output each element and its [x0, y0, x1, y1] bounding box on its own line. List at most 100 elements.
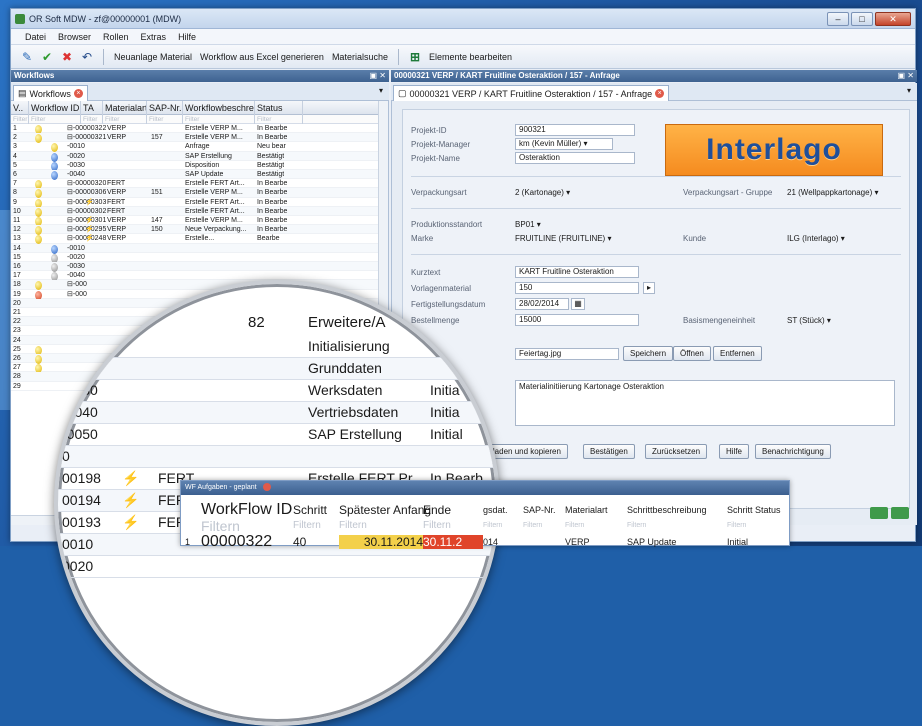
- subwindow-column-filter[interactable]: Filtern: [523, 519, 542, 533]
- menu-extras[interactable]: Extras: [141, 32, 167, 42]
- table-row[interactable]: 9 ⊟-00000303 ⚡ FERT Erstelle FERT Art... In B…: [11, 198, 388, 208]
- subwindow-column-header[interactable]: gsdat.: [483, 501, 523, 519]
- maximize-button[interactable]: □: [851, 11, 873, 26]
- column-filter[interactable]: Filter: [183, 115, 255, 124]
- column-filter[interactable]: Filter: [29, 115, 81, 124]
- column-header[interactable]: Workflowbeschrei..: [183, 101, 255, 115]
- table-row[interactable]: 13 ⊟-00000248 ⚡ VERP Erstelle... Bearbe: [11, 234, 388, 245]
- minimize-button[interactable]: –: [827, 11, 849, 26]
- table-row[interactable]: 5 -0030 Disposition Bestätigt: [11, 161, 388, 171]
- speichern-button[interactable]: Speichern: [623, 346, 674, 361]
- checkmark-icon[interactable]: ✔: [39, 49, 55, 65]
- menu-browser[interactable]: Browser: [58, 32, 91, 42]
- subwindow-column-header[interactable]: Materialart: [565, 501, 625, 519]
- chevron-down-icon[interactable]: ▾: [379, 86, 383, 95]
- workflow-excel-button[interactable]: Workflow aus Excel generieren: [198, 52, 326, 62]
- gruppe-select[interactable]: 21 (Wellpappkartonage): [787, 188, 879, 197]
- subwindow-column-header[interactable]: SAP-Nr.: [523, 501, 563, 519]
- tab-close-icon[interactable]: [262, 483, 271, 492]
- table-row[interactable]: 14 -0010: [11, 243, 388, 254]
- vorlage-field[interactable]: 150: [515, 282, 639, 294]
- kurztext-field[interactable]: KART Fruitline Osteraktion: [515, 266, 639, 278]
- projekt-id-field[interactable]: 900321: [515, 124, 635, 136]
- column-filter[interactable]: Filter: [147, 115, 183, 124]
- table-row[interactable]: 11 ⊟-00000301 ⚡ VERP 147 Erstelle VERP M... In…: [11, 216, 388, 226]
- table-row[interactable]: 16 -0030: [11, 262, 388, 272]
- benachrichtigung-button[interactable]: Benachrichtigung: [755, 444, 831, 459]
- tab-close-icon[interactable]: ×: [655, 89, 665, 98]
- column-filter[interactable]: Filter: [255, 115, 303, 124]
- zuruecksetzen-button[interactable]: Zurücksetzen: [645, 444, 708, 459]
- column-filter[interactable]: Filter: [11, 115, 29, 124]
- subwindow-column-header[interactable]: Schrittbeschreibung: [627, 501, 723, 519]
- table-row[interactable]: 4 -0020 SAP Erstellung Bestätigt: [11, 151, 388, 162]
- subwindow-column-filter[interactable]: Filtern: [727, 519, 746, 533]
- column-header[interactable]: Materialart: [103, 101, 147, 115]
- new-workflow-icon[interactable]: ✎: [19, 49, 35, 65]
- calendar-icon[interactable]: ▦: [571, 298, 585, 310]
- close-button[interactable]: ✕: [875, 11, 911, 26]
- subwindow-column-filter[interactable]: Filtern: [565, 519, 584, 533]
- table-row[interactable]: 17 -0040: [11, 271, 388, 282]
- chevron-down-icon[interactable]: ▾: [907, 86, 911, 95]
- menge-field[interactable]: 15000: [515, 314, 639, 326]
- table-row[interactable]: 2 ⊟-00000321 VERP 157 Erstelle VERP M... In B…: [11, 133, 388, 144]
- cancel-x-icon[interactable]: ✖: [59, 49, 75, 65]
- table-row[interactable]: 15 -0020: [11, 253, 388, 263]
- excel-icon[interactable]: ⊞: [407, 49, 423, 65]
- subwindow-column-filter[interactable]: Filtern: [423, 519, 451, 533]
- subwindow-column-header[interactable]: Ende: [423, 501, 483, 519]
- manager-select[interactable]: km (Kevin Müller): [515, 138, 613, 150]
- subwindow-column-header[interactable]: Spätester Anfang: [339, 501, 431, 519]
- pane-close-icon[interactable]: ▣ ✕: [370, 70, 386, 82]
- elemente-bearbeiten-button[interactable]: Elemente bearbeiten: [427, 52, 514, 62]
- datei-field[interactable]: Feiertag.jpg: [515, 348, 619, 360]
- hilfe-button[interactable]: Hilfe: [719, 444, 750, 459]
- column-filter[interactable]: Filter: [103, 115, 147, 124]
- menu-datei[interactable]: Datei: [25, 32, 46, 42]
- table-row[interactable]: 1 ⊟-00000322 VERP Erstelle VERP M... In Bear…: [11, 124, 388, 134]
- table-row[interactable]: 12 ⊟-00000295 ⚡ VERP 150 Neue Verpackung... In…: [11, 225, 388, 236]
- table-row[interactable]: 10 ⊟-00000302 FERT Erstelle FERT Art... In B…: [11, 206, 388, 217]
- entfernen-button[interactable]: Entfernen: [713, 346, 762, 361]
- undo-arrow-icon[interactable]: ↶: [79, 49, 95, 65]
- table-row[interactable]: 3 -0010 Anfrage Neu bear: [11, 142, 388, 153]
- subwindow-column-header[interactable]: Schritt Status: [727, 501, 787, 519]
- column-header[interactable]: SAP-Nr.: [147, 101, 183, 115]
- column-header[interactable]: V..: [11, 101, 29, 115]
- subwindow-column-header[interactable]: Schritt: [293, 501, 339, 519]
- subwindow-column-filter[interactable]: Filtern: [627, 519, 646, 533]
- projekt-name-field[interactable]: Osteraktion: [515, 152, 635, 164]
- column-header[interactable]: Status: [255, 101, 303, 115]
- menu-rollen[interactable]: Rollen: [103, 32, 129, 42]
- subwindow-column-header[interactable]: WorkFlow ID: [201, 501, 293, 519]
- table-row[interactable]: 7 ⊟-00000320 FERT Erstelle FERT Art... In Be…: [11, 179, 388, 190]
- subwindow-column-filter[interactable]: Filtern: [483, 519, 502, 533]
- row-number: 15: [13, 253, 21, 261]
- materialsuche-button[interactable]: Materialsuche: [330, 52, 390, 62]
- datum-field[interactable]: 28/02/2014: [515, 298, 569, 310]
- tab-workflows[interactable]: ▤ Workflows ×: [13, 85, 88, 101]
- bestaetigen-button[interactable]: Bestätigen: [583, 444, 635, 459]
- menu-hilfe[interactable]: Hilfe: [178, 32, 196, 42]
- tab-close-icon[interactable]: ×: [73, 89, 83, 98]
- verpackungsart-select[interactable]: 2 (Kartonage): [515, 188, 570, 197]
- neuanlage-material-button[interactable]: Neuanlage Material: [112, 52, 194, 62]
- vorlage-picker-button[interactable]: ▸: [643, 282, 655, 294]
- tab-detail[interactable]: ▢ 00000321 VERP / KART Fruitline Osterak…: [393, 85, 670, 101]
- table-row[interactable]: 8 ⊟-00000306 VERP 151 Erstelle VERP M... In B…: [11, 188, 388, 199]
- subwindow-column-filter[interactable]: Filtern: [293, 519, 321, 533]
- table-row[interactable]: 6 -0040 SAP Update Bestätigt: [11, 170, 388, 180]
- kunde-select[interactable]: ILG (Interlago): [787, 234, 845, 243]
- column-header[interactable]: Workflow ID: [29, 101, 81, 115]
- subwindow-column-filter[interactable]: Filtern: [339, 519, 367, 533]
- column-filter[interactable]: Filter: [81, 115, 103, 124]
- standort-select[interactable]: BP01: [515, 220, 541, 229]
- pane-close-icon[interactable]: ▣ ✕: [898, 70, 914, 82]
- notiz-textarea[interactable]: Materialinitiierung Kartonage Osteraktio…: [515, 380, 895, 426]
- column-header[interactable]: TA: [81, 101, 103, 115]
- subwindow-column-filter[interactable]: Filtern: [201, 519, 240, 533]
- basis-select[interactable]: ST (Stück): [787, 316, 831, 325]
- oeffnen-button[interactable]: Öffnen: [673, 346, 711, 361]
- marke-select[interactable]: FRUITLINE (FRUITLINE): [515, 234, 611, 243]
